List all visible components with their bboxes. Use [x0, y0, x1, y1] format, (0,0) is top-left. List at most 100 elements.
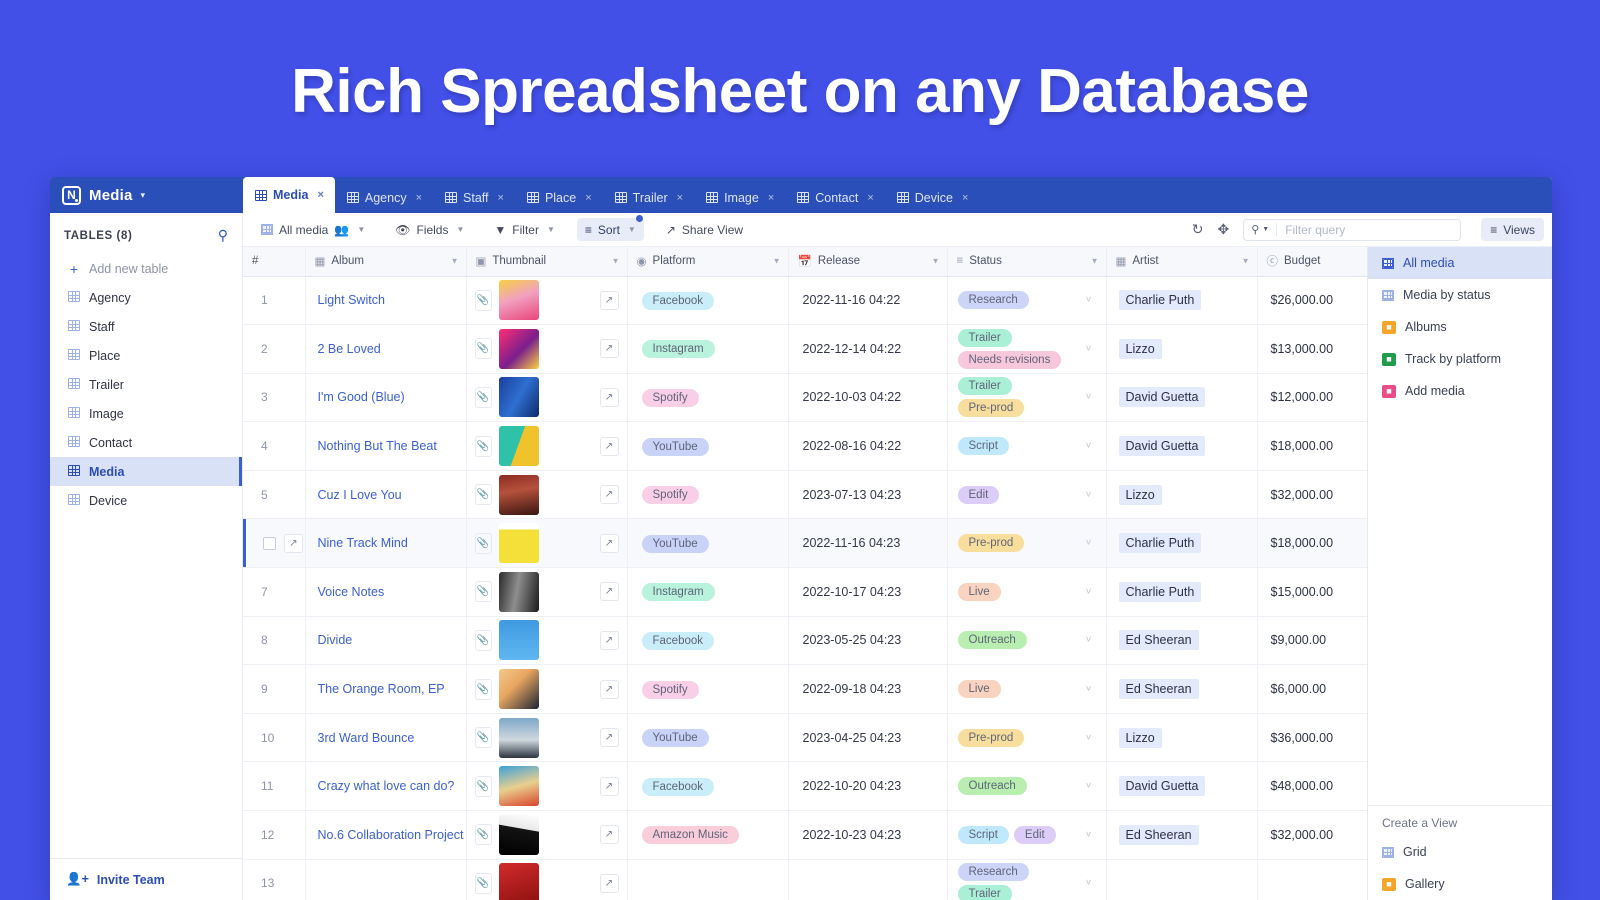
artist-cell[interactable]: David Guetta [1106, 422, 1257, 471]
album-link[interactable]: Divide [318, 633, 353, 647]
release-cell[interactable]: 2022-10-03 04:22 [788, 373, 947, 422]
create-view-grid[interactable]: Grid [1368, 836, 1552, 868]
chevron-down-icon[interactable]: ˅ [1086, 441, 1092, 452]
close-icon[interactable]: × [768, 192, 774, 204]
column-header-num[interactable]: # [243, 247, 305, 276]
row-selector-cell[interactable]: ↗ [243, 519, 305, 568]
chevron-down-icon[interactable]: ▼ [932, 257, 940, 266]
attachment-icon[interactable]: 📎 [475, 387, 492, 408]
expand-cell-icon[interactable]: ↗ [600, 534, 619, 553]
filter-button[interactable]: ▼ Filter ▼ [486, 218, 562, 241]
chevron-down-icon[interactable]: ▼ [612, 257, 620, 266]
album-link[interactable]: Nine Track Mind [318, 536, 408, 550]
album-link[interactable]: The Orange Room, EP [318, 682, 445, 696]
chevron-down-icon[interactable]: ˅ [1086, 732, 1092, 743]
album-cell[interactable]: Nothing But The Beat [305, 422, 466, 471]
sidebar-item-contact[interactable]: Contact [50, 428, 242, 457]
status-cell[interactable]: Live˅ [947, 568, 1106, 617]
platform-cell[interactable]: Spotify [627, 470, 788, 519]
budget-cell[interactable]: $26,000.00 [1257, 276, 1367, 325]
expand-cell-icon[interactable]: ↗ [600, 680, 619, 699]
release-cell[interactable]: 2022-12-14 04:22 [788, 325, 947, 374]
thumbnail-cell[interactable]: 📎↗ [466, 713, 627, 762]
expand-record-icon[interactable]: ↗ [284, 534, 303, 553]
album-link[interactable]: 3rd Ward Bounce [318, 731, 415, 745]
views-toggle-button[interactable]: ≡ Views [1481, 218, 1544, 241]
platform-cell[interactable]: YouTube [627, 422, 788, 471]
tab-staff[interactable]: Staff× [433, 182, 515, 213]
album-cell[interactable]: Light Switch [305, 276, 466, 325]
close-icon[interactable]: × [677, 192, 683, 204]
chevron-down-icon[interactable]: ▼ [1242, 257, 1250, 266]
column-header-thumb[interactable]: ▣Thumbnail▼ [466, 247, 627, 276]
chevron-down-icon[interactable]: ˅ [1086, 295, 1092, 306]
artist-cell[interactable]: Charlie Puth [1106, 568, 1257, 617]
attachment-icon[interactable]: 📎 [475, 533, 492, 554]
artist-cell[interactable]: Charlie Puth [1106, 519, 1257, 568]
attachment-icon[interactable]: 📎 [475, 873, 492, 894]
chevron-down-icon[interactable]: ˅ [1086, 489, 1092, 500]
platform-cell[interactable]: Facebook [627, 762, 788, 811]
status-cell[interactable]: Pre-prod˅ [947, 713, 1106, 762]
column-header-stat[interactable]: ≡Status▼ [947, 247, 1106, 276]
data-grid[interactable]: #▦Album▼▣Thumbnail▼◉Platform▼📅Release▼≡S… [243, 247, 1367, 900]
album-cell[interactable]: Nine Track Mind [305, 519, 466, 568]
artist-cell[interactable]: Charlie Puth [1106, 276, 1257, 325]
sidebar-item-place[interactable]: Place [50, 341, 242, 370]
expand-cell-icon[interactable]: ↗ [600, 728, 619, 747]
thumbnail-cell[interactable]: 📎↗ [466, 470, 627, 519]
album-link[interactable]: Cuz I Love You [318, 488, 402, 502]
tab-trailer[interactable]: Trailer× [603, 182, 694, 213]
platform-cell[interactable]: Spotify [627, 665, 788, 714]
tab-place[interactable]: Place× [515, 182, 603, 213]
album-link[interactable]: I'm Good (Blue) [318, 390, 405, 404]
fields-button[interactable]: 👁 Fields ▼ [387, 218, 472, 241]
chevron-down-icon[interactable]: ˅ [1086, 343, 1092, 354]
thumbnail-cell[interactable]: 📎↗ [466, 276, 627, 325]
status-cell[interactable]: Outreach˅ [947, 762, 1106, 811]
column-header-plat[interactable]: ◉Platform▼ [627, 247, 788, 276]
chevron-down-icon[interactable]: ▾ [141, 190, 146, 201]
thumbnail-cell[interactable]: 📎↗ [466, 568, 627, 617]
album-cell[interactable]: 2 Be Loved [305, 325, 466, 374]
view-item-media-by-status[interactable]: Media by status [1368, 279, 1552, 311]
album-link[interactable]: Nothing But The Beat [318, 439, 437, 453]
budget-cell[interactable]: $48,000.00 [1257, 762, 1367, 811]
artist-cell[interactable] [1106, 859, 1257, 900]
column-header-rel[interactable]: 📅Release▼ [788, 247, 947, 276]
budget-cell[interactable]: $18,000.00 [1257, 519, 1367, 568]
album-cell[interactable] [305, 859, 466, 900]
sidebar-item-media[interactable]: Media [50, 457, 242, 486]
chevron-down-icon[interactable]: ˅ [1086, 538, 1092, 549]
table-row[interactable]: 11Crazy what love can do?📎↗Facebook2022-… [243, 762, 1367, 811]
budget-cell[interactable]: $13,000.00 [1257, 325, 1367, 374]
attachment-icon[interactable]: 📎 [475, 290, 492, 311]
table-row[interactable]: 8Divide📎↗Facebook2023-05-25 04:23Outreac… [243, 616, 1367, 665]
attachment-icon[interactable]: 📎 [475, 581, 492, 602]
platform-cell[interactable]: Facebook [627, 276, 788, 325]
sidebar-item-device[interactable]: Device [50, 486, 242, 515]
budget-cell[interactable]: $9,000.00 [1257, 616, 1367, 665]
attachment-icon[interactable]: 📎 [475, 727, 492, 748]
chevron-down-icon[interactable]: ˅ [1086, 781, 1092, 792]
invite-team-button[interactable]: 👤+ Invite Team [50, 858, 242, 900]
close-icon[interactable]: × [317, 189, 323, 201]
brand-area[interactable]: N Media ▾ [50, 177, 243, 213]
tab-agency[interactable]: Agency× [335, 182, 433, 213]
table-row[interactable]: 13📎↗ResearchTrailer˅ [243, 859, 1367, 900]
table-row[interactable]: 9The Orange Room, EP📎↗Spotify2022-09-18 … [243, 665, 1367, 714]
album-cell[interactable]: Voice Notes [305, 568, 466, 617]
release-cell[interactable]: 2022-10-23 04:23 [788, 811, 947, 860]
view-selector-button[interactable]: All media 👥 ▼ [253, 218, 373, 241]
tab-contact[interactable]: Contact× [785, 182, 885, 213]
sidebar-item-trailer[interactable]: Trailer [50, 370, 242, 399]
status-cell[interactable]: Live˅ [947, 665, 1106, 714]
column-header-bud[interactable]: ⓒBudget [1257, 247, 1367, 276]
chevron-down-icon[interactable]: ˅ [1086, 878, 1092, 889]
status-cell[interactable]: Pre-prod˅ [947, 519, 1106, 568]
artist-cell[interactable]: Lizzo [1106, 325, 1257, 374]
table-row[interactable]: 1Light Switch📎↗Facebook2022-11-16 04:22R… [243, 276, 1367, 325]
expand-cell-icon[interactable]: ↗ [600, 437, 619, 456]
release-cell[interactable]: 2022-10-17 04:23 [788, 568, 947, 617]
platform-cell[interactable]: Instagram [627, 568, 788, 617]
